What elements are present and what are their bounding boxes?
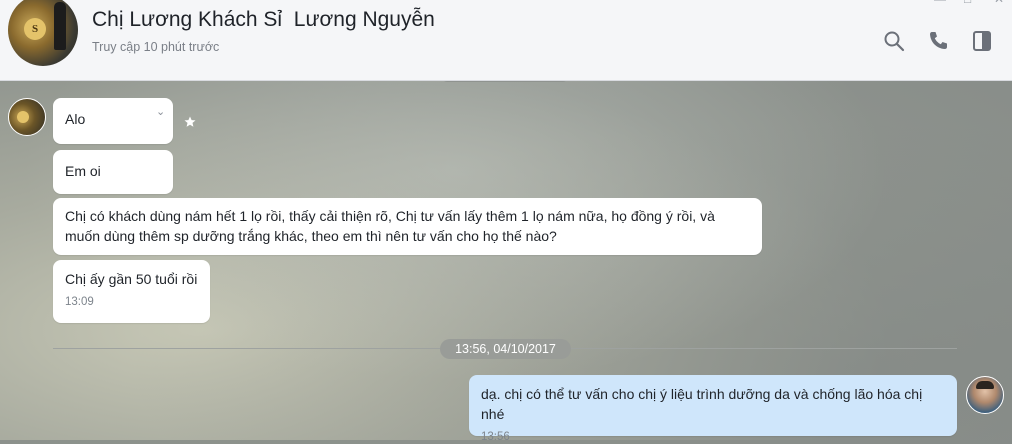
date-separator: 13:56, 04/10/2017 bbox=[440, 339, 571, 359]
message-text: Em oi bbox=[65, 163, 101, 179]
sidebar-toggle-icon[interactable] bbox=[970, 29, 994, 53]
message-time: 13:56 bbox=[481, 431, 510, 443]
contact-avatar[interactable]: S bbox=[8, 0, 78, 66]
avatar-logo bbox=[17, 111, 29, 123]
message-bubble[interactable]: Alo ⌄ bbox=[53, 98, 173, 144]
message-text: Alo bbox=[65, 111, 86, 127]
search-icon[interactable] bbox=[882, 29, 906, 53]
message-text: Chị ấy gần 50 tuổi rồi bbox=[65, 271, 198, 287]
maximize-window-icon[interactable]: □ bbox=[964, 0, 976, 6]
avatar-logo: S bbox=[24, 18, 46, 40]
chat-header: S Chị Lương Khách Sỉ Lương Nguyễn Truy c… bbox=[0, 0, 1012, 81]
avatar-figure bbox=[54, 2, 66, 50]
message-bubble[interactable]: Chị ấy gần 50 tuổi rồi 13:09 bbox=[53, 260, 210, 323]
chevron-down-icon[interactable]: ⌄ bbox=[156, 102, 166, 118]
minimize-window-icon[interactable]: — bbox=[934, 0, 946, 6]
message-text: dạ. chị có thể tư vấn cho chị ý liệu trì… bbox=[481, 386, 923, 422]
my-avatar[interactable] bbox=[966, 376, 1004, 414]
message-time: 13:09 bbox=[65, 296, 94, 308]
message-text: Chị có khách dùng nám hết 1 lọ rồi, thấy… bbox=[65, 208, 715, 244]
close-window-icon[interactable]: ✕ bbox=[994, 0, 1006, 6]
star-icon[interactable] bbox=[183, 115, 197, 129]
last-seen-status: Truy cập 10 phút trước bbox=[92, 40, 220, 54]
avatar-hair bbox=[976, 381, 994, 389]
phone-icon[interactable] bbox=[926, 29, 950, 53]
contact-name[interactable]: Chị Lương Khách Sỉ Lương Nguyễn bbox=[92, 8, 435, 32]
contact-message-avatar[interactable] bbox=[8, 98, 46, 136]
my-message-bubble[interactable]: dạ. chị có thể tư vấn cho chị ý liệu trì… bbox=[469, 375, 957, 443]
message-bubble[interactable]: Em oi bbox=[53, 150, 173, 194]
message-bubble[interactable]: Chị có khách dùng nám hết 1 lọ rồi, thấy… bbox=[53, 198, 762, 255]
